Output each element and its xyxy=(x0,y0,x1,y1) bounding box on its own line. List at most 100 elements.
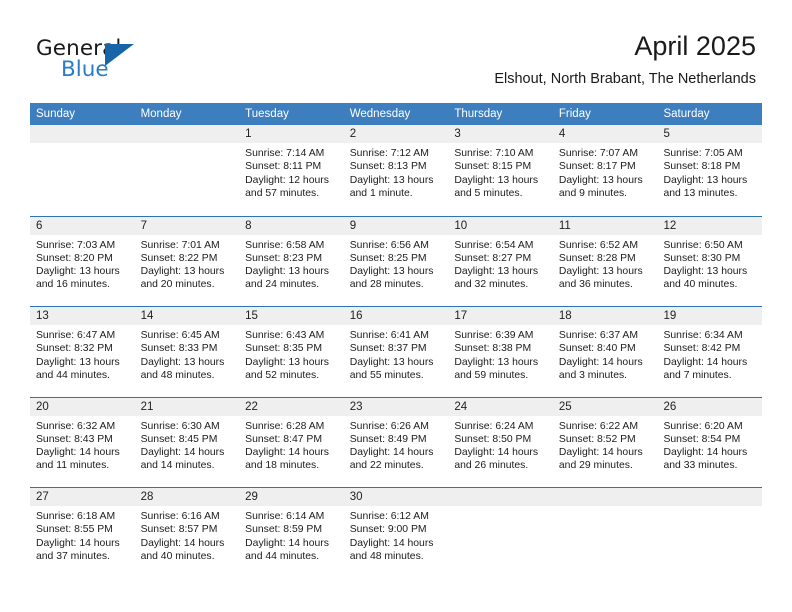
calendar-day-cell[interactable]: 6 Sunrise: 7:03 AM Sunset: 8:20 PM Daylight… xyxy=(30,216,135,306)
calendar-weeks: 1 Sunrise: 7:14 AM Sunset: 8:11 PM Daylight… xyxy=(30,125,763,578)
calendar-day-cell[interactable]: 8 Sunrise: 6:58 AM Sunset: 8:23 PM Daylight… xyxy=(239,216,344,306)
day-number: 2 xyxy=(343,125,449,143)
weekday-header-friday: Friday xyxy=(558,108,591,120)
sunrise-text: Sunrise: 6:32 AM xyxy=(36,420,116,432)
sunset-text: Sunset: 8:38 PM xyxy=(454,343,532,355)
day-number: 26 xyxy=(657,397,763,416)
sunset-text: Sunset: 8:15 PM xyxy=(454,161,532,173)
calendar-day-cell[interactable]: 3 Sunrise: 7:10 AM Sunset: 8:15 PM Daylight… xyxy=(448,125,553,216)
daylight-text: Daylight: 13 hours and 20 minutes. xyxy=(140,266,225,291)
sunset-text: Sunset: 8:28 PM xyxy=(558,252,636,264)
sunset-text: Sunset: 8:45 PM xyxy=(140,433,218,445)
daylight-text: Daylight: 14 hours and 18 minutes. xyxy=(245,447,329,472)
sunset-text: Sunset: 8:18 PM xyxy=(663,161,741,173)
calendar-day-cell[interactable]: 19 Sunrise: 6:34 AM Sunset: 8:42 PM Dayligh… xyxy=(657,307,763,397)
daylight-text: Daylight: 13 hours and 9 minutes. xyxy=(558,174,643,199)
day-details: Sunrise: 6:43 AM Sunset: 8:35 PM Daylight:… xyxy=(239,325,344,382)
calendar-day-cell[interactable]: 23 Sunrise: 6:26 AM Sunset: 8:49 PM Dayligh… xyxy=(343,397,449,487)
calendar-week-row: 20 Sunrise: 6:32 AM Sunset: 8:43 PM Dayligh… xyxy=(30,396,763,487)
calendar-day-cell[interactable]: 7 Sunrise: 7:01 AM Sunset: 8:22 PM Daylight… xyxy=(134,216,240,306)
calendar-day-cell[interactable]: 2 Sunrise: 7:12 AM Sunset: 8:13 PM Daylight… xyxy=(343,125,449,216)
weekday-header-saturday: Saturday xyxy=(663,108,710,120)
calendar-week-row: 6 Sunrise: 7:03 AM Sunset: 8:20 PM Daylight… xyxy=(30,215,763,306)
day-number xyxy=(448,488,553,506)
calendar-week-row: 1 Sunrise: 7:14 AM Sunset: 8:11 PM Daylight… xyxy=(30,125,763,216)
calendar-day-cell[interactable]: 11 Sunrise: 6:52 AM Sunset: 8:28 PM Dayligh… xyxy=(552,216,658,306)
brand-name-blue: Blue xyxy=(61,57,109,82)
daylight-text: Daylight: 13 hours and 1 minute. xyxy=(349,174,434,199)
calendar-day-cell[interactable]: 30 Sunrise: 6:12 AM Sunset: 9:00 PM Dayligh… xyxy=(343,488,449,578)
sunrise-text: Sunrise: 6:12 AM xyxy=(349,511,429,522)
calendar-day-cell[interactable]: 28 Sunrise: 6:16 AM Sunset: 8:57 PM Dayligh… xyxy=(134,488,240,578)
day-details: Sunrise: 6:30 AM Sunset: 8:45 PM Daylight:… xyxy=(135,416,240,473)
day-number: 7 xyxy=(134,216,240,235)
calendar-day-cell[interactable]: 24 Sunrise: 6:24 AM Sunset: 8:50 PM Dayligh… xyxy=(448,397,553,487)
calendar-day-cell[interactable]: 20 Sunrise: 6:32 AM Sunset: 8:43 PM Dayligh… xyxy=(30,397,135,487)
calendar-grid: Sunday Monday Tuesday Wednesday Thursday Frid… xyxy=(30,103,763,578)
page-subtitle: Elshout, North Brabant, The Netherlands xyxy=(494,71,756,87)
day-number: 6 xyxy=(30,216,135,235)
day-details: Sunrise: 7:14 AM Sunset: 8:11 PM Daylight:… xyxy=(239,143,344,200)
calendar-day-cell[interactable]: 1 Sunrise: 7:14 AM Sunset: 8:11 PM Daylight… xyxy=(239,125,344,216)
calendar-day-cell[interactable]: 14 Sunrise: 6:45 AM Sunset: 8:33 PM Dayligh… xyxy=(134,307,240,397)
sunrise-text: Sunrise: 6:22 AM xyxy=(558,420,639,432)
day-number: 17 xyxy=(448,307,553,325)
title-block: April 2025 Elshout, North Brabant, The N… xyxy=(494,30,756,88)
sunrise-text: Sunrise: 6:24 AM xyxy=(454,420,534,432)
day-number: 23 xyxy=(343,397,449,416)
daylight-text: Daylight: 14 hours and 40 minutes. xyxy=(140,537,225,562)
calendar-day-cell[interactable]: 27 Sunrise: 6:18 AM Sunset: 8:55 PM Dayligh… xyxy=(30,488,135,578)
day-details: Sunrise: 7:07 AM Sunset: 8:17 PM Daylight:… xyxy=(553,143,658,200)
calendar-day-cell-empty xyxy=(30,125,135,216)
sunrise-text: Sunrise: 6:14 AM xyxy=(245,511,325,522)
day-details: Sunrise: 6:28 AM Sunset: 8:47 PM Daylight:… xyxy=(239,416,344,473)
daylight-text: Daylight: 14 hours and 48 minutes. xyxy=(349,537,434,562)
sunset-text: Sunset: 8:17 PM xyxy=(558,161,636,173)
daylight-text: Daylight: 13 hours and 59 minutes. xyxy=(454,356,539,381)
calendar-day-cell[interactable]: 26 Sunrise: 6:20 AM Sunset: 8:54 PM Dayligh… xyxy=(657,397,763,487)
calendar-day-cell[interactable]: 9 Sunrise: 6:56 AM Sunset: 8:25 PM Daylight… xyxy=(343,216,449,306)
calendar-day-cell[interactable]: 22 Sunrise: 6:28 AM Sunset: 8:47 PM Dayligh… xyxy=(239,397,344,487)
sunset-text: Sunset: 8:32 PM xyxy=(36,343,113,355)
sunset-text: Sunset: 8:42 PM xyxy=(663,343,741,355)
sunset-text: Sunset: 8:54 PM xyxy=(663,433,741,445)
sunset-text: Sunset: 8:49 PM xyxy=(349,433,427,445)
calendar-day-cell[interactable]: 15 Sunrise: 6:43 AM Sunset: 8:35 PM Dayligh… xyxy=(239,307,344,397)
sunset-text: Sunset: 8:40 PM xyxy=(558,343,636,355)
weekday-header-monday: Monday xyxy=(140,108,182,120)
sunrise-text: Sunrise: 6:56 AM xyxy=(349,239,429,251)
page-header: General Blue April 2025 Elshout, North B… xyxy=(0,0,792,103)
day-details: Sunrise: 6:18 AM Sunset: 8:55 PM Daylight:… xyxy=(30,506,135,563)
calendar-day-cell[interactable]: 18 Sunrise: 6:37 AM Sunset: 8:40 PM Dayligh… xyxy=(552,307,658,397)
day-number: 30 xyxy=(343,488,449,506)
day-details: Sunrise: 7:12 AM Sunset: 8:13 PM Daylight:… xyxy=(344,143,449,200)
calendar-day-cell[interactable]: 21 Sunrise: 6:30 AM Sunset: 8:45 PM Dayligh… xyxy=(134,397,240,487)
sunset-text: Sunset: 8:20 PM xyxy=(36,252,113,264)
day-number: 28 xyxy=(134,488,240,506)
calendar-day-cell[interactable]: 29 Sunrise: 6:14 AM Sunset: 8:59 PM Dayligh… xyxy=(239,488,344,578)
sunrise-text: Sunrise: 6:58 AM xyxy=(245,239,325,251)
day-number xyxy=(134,125,240,143)
calendar-day-cell[interactable]: 5 Sunrise: 7:05 AM Sunset: 8:18 PM Daylight… xyxy=(657,125,763,216)
day-details: Sunrise: 6:12 AM Sunset: 9:00 PM Daylight:… xyxy=(344,506,449,563)
daylight-text: Daylight: 14 hours and 37 minutes. xyxy=(36,537,120,562)
sunrise-text: Sunrise: 7:03 AM xyxy=(36,239,116,251)
day-number: 10 xyxy=(448,216,553,235)
calendar-day-cell[interactable]: 25 Sunrise: 6:22 AM Sunset: 8:52 PM Dayligh… xyxy=(552,397,658,487)
daylight-text: Daylight: 14 hours and 11 minutes. xyxy=(36,447,120,472)
sunrise-text: Sunrise: 6:37 AM xyxy=(558,330,639,341)
calendar-day-cell[interactable]: 10 Sunrise: 6:54 AM Sunset: 8:27 PM Dayligh… xyxy=(448,216,553,306)
calendar-day-cell[interactable]: 4 Sunrise: 7:07 AM Sunset: 8:17 PM Daylight… xyxy=(552,125,658,216)
day-number: 12 xyxy=(657,216,763,235)
sunset-text: Sunset: 8:33 PM xyxy=(140,343,218,355)
calendar-day-cell[interactable]: 12 Sunrise: 6:50 AM Sunset: 8:30 PM Dayligh… xyxy=(657,216,763,306)
day-details: Sunrise: 6:20 AM Sunset: 8:54 PM Daylight:… xyxy=(657,416,762,473)
calendar-day-cell[interactable]: 13 Sunrise: 6:47 AM Sunset: 8:32 PM Dayligh… xyxy=(30,307,135,397)
calendar-day-cell[interactable]: 16 Sunrise: 6:41 AM Sunset: 8:37 PM Dayligh… xyxy=(343,307,449,397)
daylight-text: Daylight: 13 hours and 48 minutes. xyxy=(140,356,225,381)
calendar-day-cell[interactable]: 17 Sunrise: 6:39 AM Sunset: 8:38 PM Dayligh… xyxy=(448,307,553,397)
weekday-header-wednesday: Wednesday xyxy=(349,108,411,120)
day-number: 22 xyxy=(239,397,344,416)
sunset-text: Sunset: 8:35 PM xyxy=(245,343,322,355)
day-number: 3 xyxy=(448,125,553,143)
